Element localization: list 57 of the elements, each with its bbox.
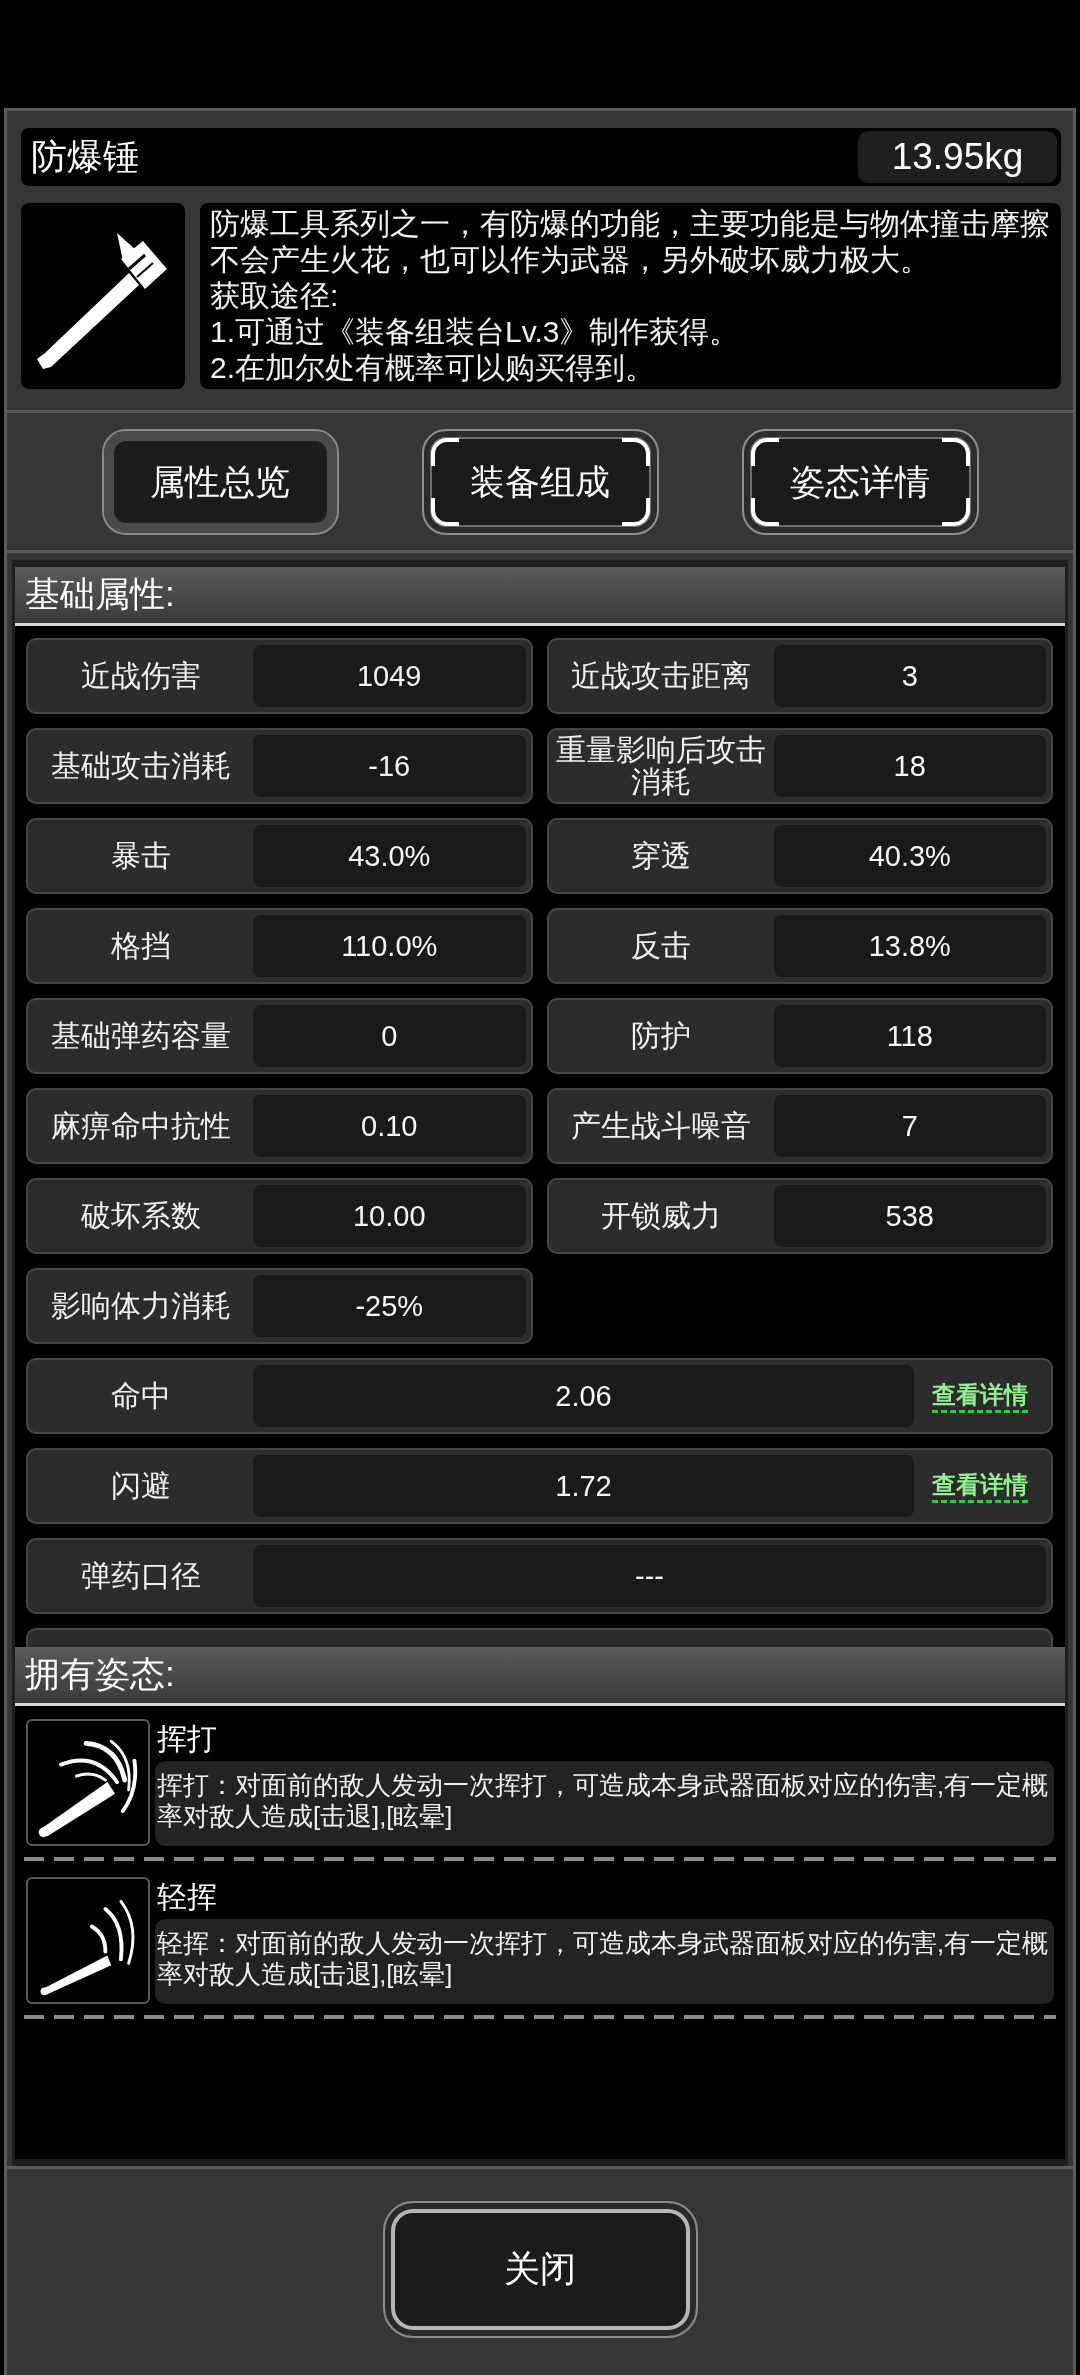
stat-label: 近战伤害 [79,658,202,694]
stat-value: --- [253,1545,1046,1607]
stat-value: 0 [253,1005,526,1067]
stat-label: 基础弹药容量 [49,1018,232,1054]
stat-label: 重量影响后攻击消耗 [555,735,767,797]
stat-label: 格挡 [109,928,172,964]
stat-label: 反击 [630,928,692,964]
stat-value: 7 [773,1095,1046,1157]
hammer-icon [21,203,185,389]
posture-description: 挥打：对面前的敌人发动一次挥打，可造成本身武器面板对应的伤害,有一定概率对敌人造成[击退],[眩晕] [155,1761,1054,1846]
stat-label: 影响体力消耗 [49,1288,232,1324]
stat-label: 开锁威力 [600,1198,722,1234]
section-header: 基础属性: [15,567,1065,626]
section-header: 拥有姿态: [15,1647,1065,1706]
stat-label: 产生战斗噪音 [570,1108,752,1144]
acquisition-method: 2.在加尔处有概率可以购买得到。 [210,350,657,386]
stat-value: 2.06 [253,1365,914,1427]
stat-value: 1049 [253,645,526,707]
stat-label: 闪避 [109,1468,172,1504]
tab[interactable]: 属性总览 [101,429,339,535]
stat-label: 近战攻击距离 [570,658,752,694]
tab[interactable]: 装备组成 [421,429,659,535]
stat-value: 110.0% [253,915,526,977]
stat-value: 538 [773,1185,1046,1247]
posture-description: 轻挥：对面前的敌人发动一次挥打，可造成本身武器面板对应的伤害,有一定概率对敌人造成[击退],[眩晕] [155,1919,1054,2004]
stat-label: 暴击 [109,838,172,874]
stat-label: 麻痹命中抗性 [49,1108,232,1144]
stat-label: 命中 [109,1378,172,1414]
tab[interactable]: 姿态详情 [741,429,979,535]
bat-swing-icon [26,1719,150,1846]
detail-link[interactable]: 查看详情 [932,1379,1028,1413]
stat-value: 13.8% [773,915,1046,977]
stat-value: -25% [253,1275,526,1337]
stat-label: 破坏系数 [79,1198,202,1234]
stat-value: 43.0% [253,825,526,887]
description-text: 防爆工具系列之一，有防爆的功能，主要功能是与物体撞击摩擦不会产生火花，也可以作为武器，另外破坏威力极大。 [210,206,1051,278]
bat-swing-icon [26,1877,150,2004]
stat-label: 穿透 [630,838,692,874]
posture-name: 轻挥 [156,1879,218,1915]
stat-value: 1.72 [253,1455,914,1517]
stat-value: -16 [253,735,526,797]
stat-value: 18 [773,735,1046,797]
close-button[interactable]: 关闭 [382,2201,698,2338]
stat-value: 40.3% [773,825,1046,887]
stat-value: 10.00 [253,1185,526,1247]
posture-name: 挥打 [156,1721,218,1757]
stat-value: 118 [773,1005,1046,1067]
detail-link[interactable]: 查看详情 [932,1469,1028,1503]
stat-value: 0.10 [253,1095,526,1157]
weight-readout: 13.95kg [858,131,1057,183]
acquisition-method: 1.可通过《装备组装台Lv.3》制作获得。 [210,314,741,350]
stat-label: 防护 [630,1018,692,1054]
stat-label: 基础攻击消耗 [49,748,232,784]
acquisition-heading: 获取途径: [210,278,340,314]
stat-label: 弹药口径 [79,1558,202,1594]
stat-value: 3 [773,645,1046,707]
item-name: 防爆锤 [31,135,139,179]
